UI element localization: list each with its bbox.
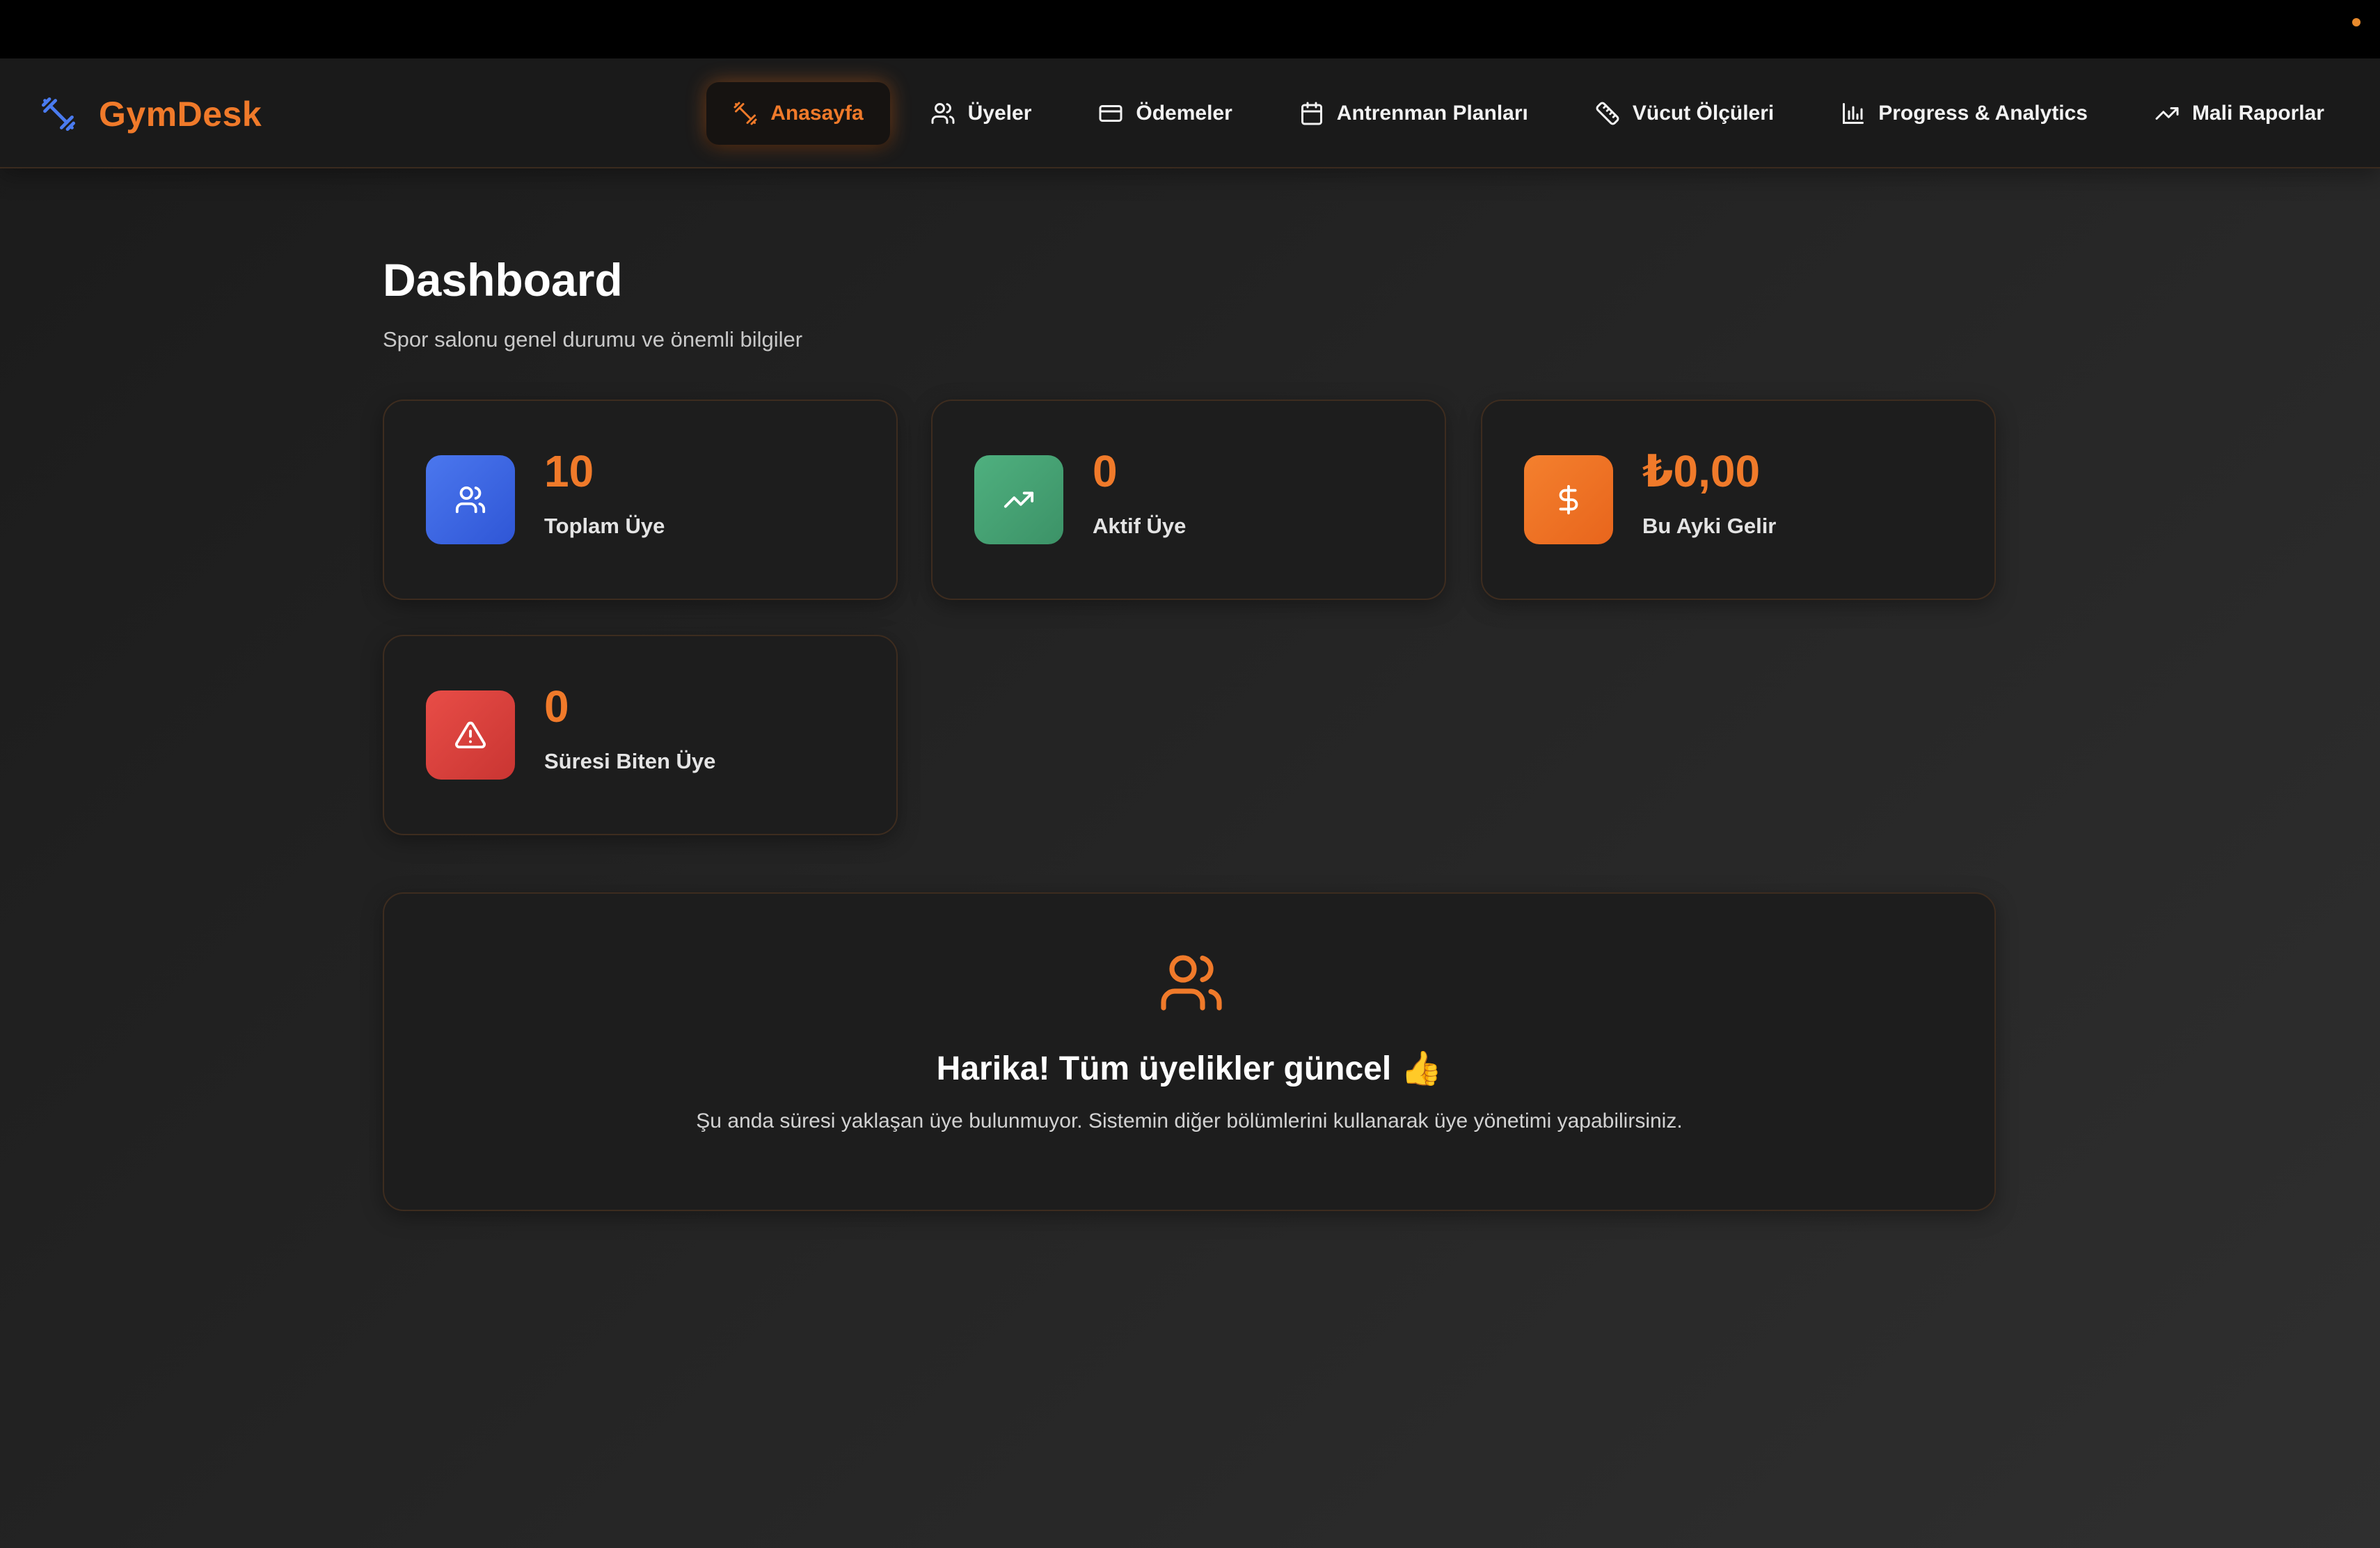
warning-icon xyxy=(455,721,486,749)
dumbbell-icon xyxy=(733,102,757,125)
stat-value: 10 xyxy=(544,446,594,496)
stat-icon-box xyxy=(426,690,515,780)
page-title: Dashboard xyxy=(383,254,623,306)
stat-label: Toplam Üye xyxy=(544,514,665,538)
app-window: GymDesk Anasayfa Üyeler Ödemeler Antrenm… xyxy=(0,58,2380,1548)
trending-up-icon xyxy=(2155,107,2179,120)
nav-item-label: Anasayfa xyxy=(770,102,864,125)
top-navbar: GymDesk Anasayfa Üyeler Ödemeler Antrenm… xyxy=(0,58,2380,168)
credit-card-icon xyxy=(1099,105,1122,122)
users-icon xyxy=(455,486,486,514)
nav-item-antrenman-planlari[interactable]: Antrenman Planları xyxy=(1273,82,1555,145)
nav-item-mali-raporlar[interactable]: Mali Raporlar xyxy=(2128,82,2351,145)
status-dot xyxy=(2352,18,2361,26)
stat-label: Aktif Üye xyxy=(1093,514,1187,538)
system-top-bar xyxy=(0,0,2380,58)
stat-label: Süresi Biten Üye xyxy=(544,749,716,773)
nav-item-label: Progress & Analytics xyxy=(1878,102,2088,125)
nav-item-vucut-olculeri[interactable]: Vücut Ölçüleri xyxy=(1569,82,1800,145)
nav-item-progress-analytics[interactable]: Progress & Analytics xyxy=(1814,82,2114,145)
stat-label: Bu Ayki Gelir xyxy=(1642,514,1777,538)
stat-card-expired-members[interactable]: 0 Süresi Biten Üye xyxy=(383,635,898,835)
stat-icon-box xyxy=(1524,455,1613,544)
dumbbell-icon xyxy=(41,97,76,132)
membership-status-panel: Harika! Tüm üyelikler güncel 👍 Şu anda s… xyxy=(383,892,1996,1211)
nav-item-label: Üyeler xyxy=(967,102,1032,125)
nav-item-label: Ödemeler xyxy=(1136,102,1232,125)
nav-item-anasayfa[interactable]: Anasayfa xyxy=(706,82,890,145)
users-icon xyxy=(1161,955,1222,1011)
page-subtitle: Spor salonu genel durumu ve önemli bilgi… xyxy=(383,327,803,352)
nav-item-odemeler[interactable]: Ödemeler xyxy=(1072,82,1258,145)
stat-icon-box xyxy=(426,455,515,544)
dollar-icon xyxy=(1559,484,1578,515)
stat-icon-box xyxy=(974,455,1063,544)
main-nav: Anasayfa Üyeler Ödemeler Antrenman Planl… xyxy=(692,82,2351,145)
notice-description: Şu anda süresi yaklaşan üye bulunmuyor. … xyxy=(696,1109,1683,1132)
ruler-icon xyxy=(1596,102,1619,125)
stat-value: ₺0,00 xyxy=(1642,446,1761,496)
stat-card-total-members[interactable]: 10 Toplam Üye xyxy=(383,400,898,600)
bar-chart-icon xyxy=(1843,103,1864,124)
trending-up-icon xyxy=(1003,491,1034,508)
nav-item-label: Vücut Ölçüleri xyxy=(1632,102,1775,125)
nav-item-uyeler[interactable]: Üyeler xyxy=(904,82,1058,145)
stat-card-active-members[interactable]: 0 Aktif Üye xyxy=(931,400,1446,600)
users-icon xyxy=(931,103,955,124)
nav-item-label: Antrenman Planları xyxy=(1336,102,1528,125)
brand[interactable]: GymDesk xyxy=(40,93,262,135)
nav-item-label: Mali Raporlar xyxy=(2191,102,2324,125)
stat-card-monthly-income[interactable]: ₺0,00 Bu Ayki Gelir xyxy=(1481,400,1996,600)
stat-value: 0 xyxy=(544,681,569,732)
notice-title: Harika! Tüm üyelikler güncel 👍 xyxy=(936,1050,1443,1087)
calendar-icon xyxy=(1301,102,1322,125)
brand-name: GymDesk xyxy=(99,95,262,134)
stat-value: 0 xyxy=(1093,446,1118,496)
